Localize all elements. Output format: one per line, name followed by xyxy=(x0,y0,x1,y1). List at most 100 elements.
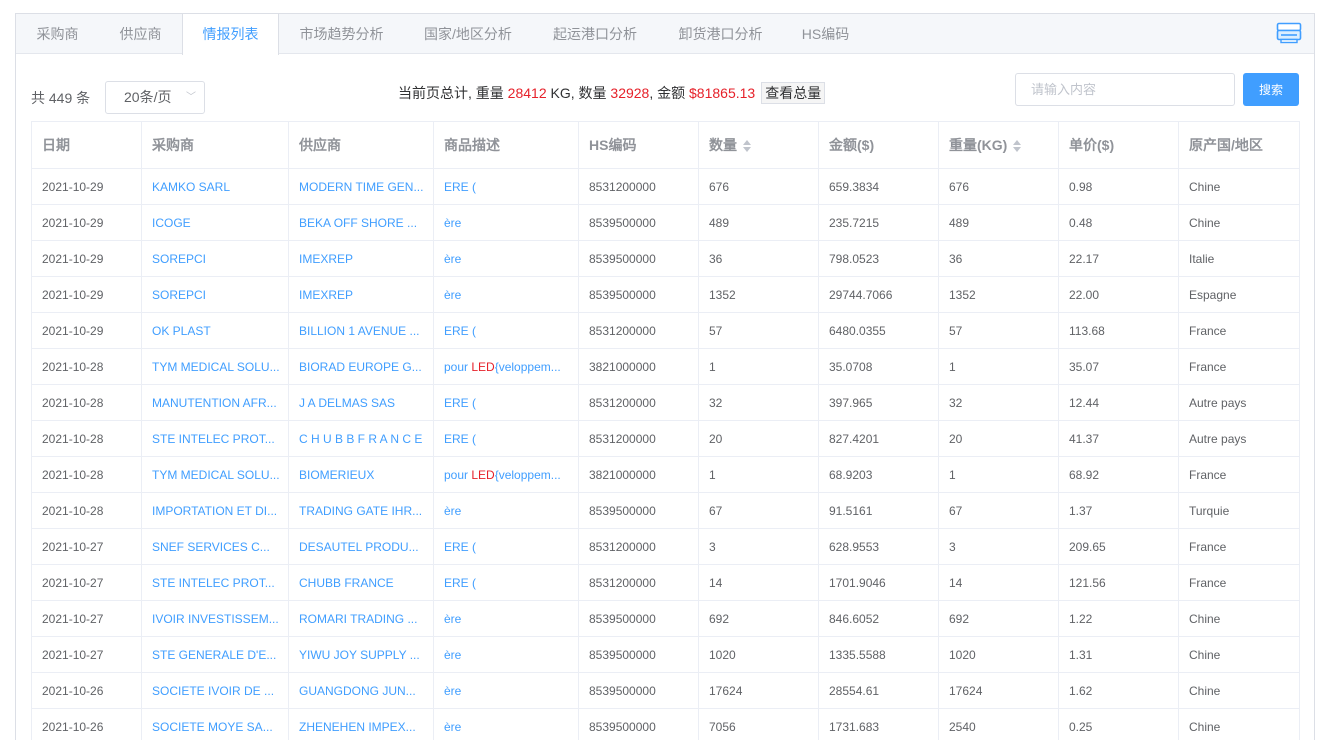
cell-buyer[interactable]: SOREPCI xyxy=(141,276,289,313)
tab-hs-code[interactable]: HS编码 xyxy=(783,14,868,54)
table-row[interactable]: 2021-10-28 MANUTENTION AFR... J A DELMAS S… xyxy=(31,384,1300,421)
cell-description[interactable]: ERE ( xyxy=(433,384,579,421)
page-size-select[interactable]: 20条/页 ﹀ xyxy=(105,81,205,114)
search-input[interactable] xyxy=(1015,73,1235,106)
table-row[interactable]: 2021-10-28 IMPORTATION ET DI... TRADING GA… xyxy=(31,492,1300,529)
cell-description[interactable]: pour LED{veloppem... xyxy=(433,348,579,385)
cell-amount: 827.4201 xyxy=(818,420,939,457)
cell-description[interactable]: ère xyxy=(433,492,579,529)
cell-buyer[interactable]: STE GENERALE D'E... xyxy=(141,636,289,673)
cell-supplier[interactable]: ROMARI TRADING ... xyxy=(288,600,434,637)
table-row[interactable]: 2021-10-26 SOCIETE IVOIR DE ... GUANGDONG … xyxy=(31,672,1300,709)
cell-buyer[interactable]: KAMKO SARL xyxy=(141,168,289,205)
cell-weight: 67 xyxy=(938,492,1059,529)
cell-supplier[interactable]: J A DELMAS SAS xyxy=(288,384,434,421)
table-row[interactable]: 2021-10-28 STE INTELEC PROT... C H U B B F… xyxy=(31,420,1300,457)
cell-description[interactable]: ère xyxy=(433,672,579,709)
cell-description[interactable]: ERE ( xyxy=(433,420,579,457)
summary-qty-label: KG, 数量 xyxy=(546,85,611,101)
cell-supplier[interactable]: BIOMERIEUX xyxy=(288,456,434,493)
cell-date: 2021-10-26 xyxy=(31,708,142,740)
cell-buyer[interactable]: SNEF SERVICES C... xyxy=(141,528,289,565)
tab-buyers[interactable]: 采购商 xyxy=(16,14,99,54)
cell-supplier[interactable]: YIWU JOY SUPPLY ... xyxy=(288,636,434,673)
table-row[interactable]: 2021-10-28 TYM MEDICAL SOLU... BIOMERIEUX p… xyxy=(31,456,1300,493)
cell-unit-price: 113.68 xyxy=(1058,312,1179,349)
cell-unit-price: 1.22 xyxy=(1058,600,1179,637)
cell-supplier[interactable]: IMEXREP xyxy=(288,276,434,313)
sort-icon[interactable] xyxy=(1013,139,1022,153)
cell-description[interactable]: pour LED{veloppem... xyxy=(433,456,579,493)
cell-description[interactable]: ère xyxy=(433,240,579,277)
cell-supplier[interactable]: BILLION 1 AVENUE ... xyxy=(288,312,434,349)
cell-description[interactable]: ère xyxy=(433,204,579,241)
cell-supplier[interactable]: IMEXREP xyxy=(288,240,434,277)
tab-suppliers[interactable]: 供应商 xyxy=(99,14,182,54)
cell-origin: Chine xyxy=(1178,636,1300,673)
cell-description[interactable]: ère xyxy=(433,600,579,637)
cell-description[interactable]: ERE ( xyxy=(433,564,579,601)
cell-buyer[interactable]: IVOIR INVESTISSEM... xyxy=(141,600,289,637)
cell-buyer[interactable]: MANUTENTION AFR... xyxy=(141,384,289,421)
printer-icon[interactable] xyxy=(1276,22,1302,44)
table-row[interactable]: 2021-10-28 TYM MEDICAL SOLU... BIORAD EURO… xyxy=(31,348,1300,385)
view-total-button[interactable]: 查看总量 xyxy=(761,82,826,104)
cell-supplier[interactable]: DESAUTEL PRODU... xyxy=(288,528,434,565)
table-row[interactable]: 2021-10-27 IVOIR INVESTISSEM... ROMARI TRA… xyxy=(31,600,1300,637)
table-row[interactable]: 2021-10-27 SNEF SERVICES C... DESAUTEL PRO… xyxy=(31,528,1300,565)
tab-market-trend[interactable]: 市场趋势分析 xyxy=(279,14,404,54)
cell-supplier[interactable]: TRADING GATE IHR... xyxy=(288,492,434,529)
cell-date: 2021-10-29 xyxy=(31,312,142,349)
tab-discharge-port[interactable]: 卸货港口分析 xyxy=(658,14,783,54)
tab-origin-port[interactable]: 起运港口分析 xyxy=(532,14,658,54)
description-text: ère xyxy=(444,287,462,302)
table-row[interactable]: 2021-10-29 OK PLAST BILLION 1 AVENUE ... ER… xyxy=(31,312,1300,349)
cell-unit-price: 0.25 xyxy=(1058,708,1179,740)
cell-supplier[interactable]: ZHENEHEN IMPEX... xyxy=(288,708,434,740)
cell-buyer[interactable]: STE INTELEC PROT... xyxy=(141,420,289,457)
cell-supplier[interactable]: MODERN TIME GEN... xyxy=(288,168,434,205)
table-row[interactable]: 2021-10-27 STE INTELEC PROT... CHUBB FRANC… xyxy=(31,564,1300,601)
cell-buyer[interactable]: OK PLAST xyxy=(141,312,289,349)
cell-description[interactable]: ère xyxy=(433,708,579,740)
col-origin: 原产国/地区 xyxy=(1178,121,1300,169)
cell-buyer[interactable]: TYM MEDICAL SOLU... xyxy=(141,456,289,493)
cell-supplier[interactable]: BEKA OFF SHORE ... xyxy=(288,204,434,241)
cell-buyer[interactable]: ICOGE xyxy=(141,204,289,241)
col-weight[interactable]: 重量(KG) xyxy=(938,121,1059,169)
cell-description[interactable]: ère xyxy=(433,636,579,673)
table-row[interactable]: 2021-10-29 SOREPCI IMEXREP ère 8539500000 36 7… xyxy=(31,240,1300,277)
cell-supplier[interactable]: C H U B B F R A N C E xyxy=(288,420,434,457)
cell-description[interactable]: ERE ( xyxy=(433,528,579,565)
cell-supplier[interactable]: BIORAD EUROPE G... xyxy=(288,348,434,385)
intel-table: 日期 采购商 供应商 商品描述 HS编码 数量 金额($) 重量(KG) 单价(… xyxy=(31,121,1300,740)
table-row[interactable]: 2021-10-29 ICOGE BEKA OFF SHORE ... ère 8539… xyxy=(31,204,1300,241)
cell-buyer[interactable]: SOCIETE IVOIR DE ... xyxy=(141,672,289,709)
sort-icon[interactable] xyxy=(743,139,751,153)
tab-country-region[interactable]: 国家/地区分析 xyxy=(404,14,532,54)
cell-supplier[interactable]: CHUBB FRANCE xyxy=(288,564,434,601)
description-text: ERE ( xyxy=(444,539,477,554)
cell-hs-code: 8539500000 xyxy=(578,708,699,740)
table-row[interactable]: 2021-10-29 SOREPCI IMEXREP ère 8539500000 135… xyxy=(31,276,1300,313)
cell-buyer[interactable]: IMPORTATION ET DI... xyxy=(141,492,289,529)
col-quantity[interactable]: 数量 xyxy=(698,121,819,169)
description-text: ère xyxy=(444,251,462,266)
cell-supplier[interactable]: GUANGDONG JUN... xyxy=(288,672,434,709)
table-row[interactable]: 2021-10-27 STE GENERALE D'E... YIWU JOY SU… xyxy=(31,636,1300,673)
toolbar: 共 449 条 20条/页 ﹀ 当前页总计, 重量 28412 KG, 数量 3… xyxy=(16,55,1314,121)
description-highlight: LED xyxy=(471,359,495,374)
cell-buyer[interactable]: SOREPCI xyxy=(141,240,289,277)
cell-buyer[interactable]: TYM MEDICAL SOLU... xyxy=(141,348,289,385)
cell-description[interactable]: ERE ( xyxy=(433,168,579,205)
tab-intel-list[interactable]: 情报列表 xyxy=(182,14,279,55)
cell-buyer[interactable]: STE INTELEC PROT... xyxy=(141,564,289,601)
cell-description[interactable]: ère xyxy=(433,276,579,313)
description-text: ERE ( xyxy=(444,179,477,194)
cell-description[interactable]: ERE ( xyxy=(433,312,579,349)
cell-buyer[interactable]: SOCIETE MOYE SA... xyxy=(141,708,289,740)
table-row[interactable]: 2021-10-26 SOCIETE MOYE SA... ZHENEHEN IMP… xyxy=(31,708,1300,740)
cell-hs-code: 8539500000 xyxy=(578,672,699,709)
search-button[interactable]: 搜索 xyxy=(1243,73,1299,106)
table-row[interactable]: 2021-10-29 KAMKO SARL MODERN TIME GEN... ER… xyxy=(31,168,1300,205)
